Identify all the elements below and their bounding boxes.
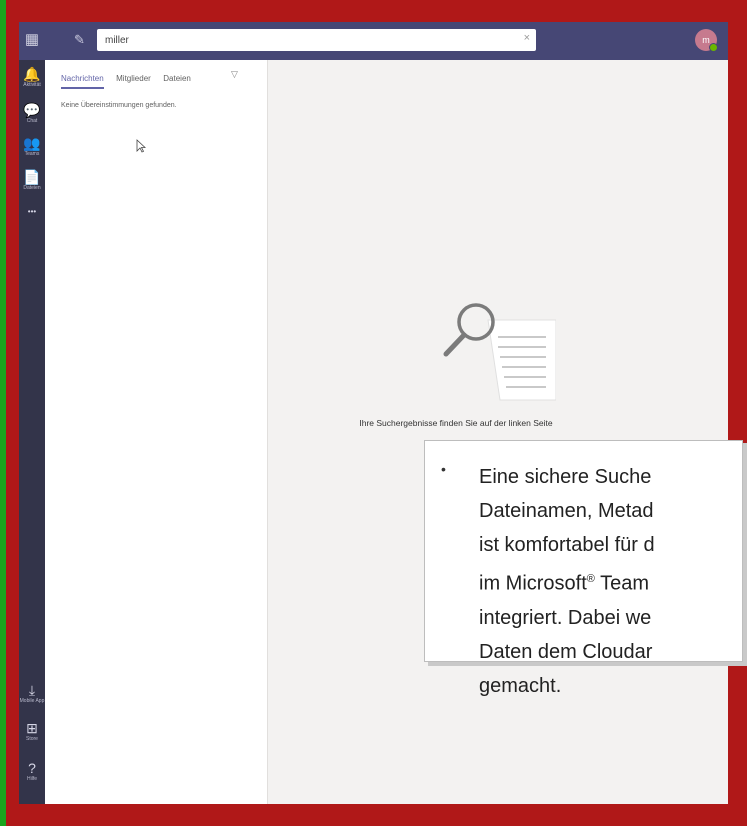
callout-box: • Eine sichere Suche Dateinamen, Metad i… (424, 440, 743, 697)
rail-item-store[interactable]: ⊞ Store (19, 720, 45, 743)
tab-messages[interactable]: Nachrichten (61, 71, 104, 89)
search-illustration-icon (443, 303, 556, 401)
search-box[interactable]: × (97, 29, 536, 51)
mouse-cursor-icon (136, 139, 146, 153)
filter-icon[interactable]: ▽ (231, 69, 238, 80)
rail-item-label: Dateien (23, 185, 41, 191)
help-icon: ? (28, 760, 36, 776)
presence-icon (709, 43, 718, 52)
tab-files[interactable]: Dateien (163, 71, 191, 87)
rail-item-label: Mobile App (19, 698, 45, 704)
bell-icon: 🔔 (23, 66, 41, 82)
more-icon: ••• (27, 207, 37, 216)
chat-icon: 💬 (23, 102, 41, 118)
bullet-dot: • (441, 461, 446, 477)
clear-search-icon[interactable]: × (524, 32, 530, 44)
teams-icon: 👥 (23, 135, 41, 151)
callout-text: Eine sichere Suche Dateinamen, Metad ist… (479, 460, 747, 703)
rail-item-help[interactable]: ? Hilfe (19, 760, 45, 783)
rail-item-label: Teams (24, 151, 40, 157)
compose-icon[interactable]: ✎ (74, 32, 90, 48)
search-results-panel: Nachrichten Mitglieder Dateien ▽ Keine Ü… (45, 60, 268, 804)
rail-item-teams[interactable]: 👥 Teams (19, 135, 45, 158)
files-icon: 📄 (23, 169, 41, 185)
search-input[interactable] (97, 29, 513, 51)
app-launcher-icon[interactable]: ▦ (23, 31, 41, 49)
tab-members[interactable]: Mitglieder (116, 71, 151, 87)
app-rail: 🔔 Aktivität 💬 Chat 👥 Teams 📄 Dateien •••… (19, 60, 45, 804)
search-tabs: Nachrichten Mitglieder Dateien (61, 68, 199, 89)
avatar-initials: m (702, 35, 710, 45)
empty-state-text: Ihre Suchergebnisse finden Sie auf der l… (359, 418, 553, 428)
download-icon: ⤓ (28, 682, 36, 698)
avatar[interactable]: m (695, 29, 718, 52)
rail-item-chat[interactable]: 💬 Chat (19, 102, 45, 125)
rail-item-more[interactable]: ••• (19, 204, 45, 220)
store-icon: ⊞ (26, 720, 38, 736)
title-bar: ▦ ✎ × m (19, 22, 728, 60)
rail-item-label: Hilfe (26, 776, 37, 782)
trademark-symbol: ® (586, 573, 595, 585)
no-results-text: Keine Übereinstimmungen gefunden. (61, 102, 177, 109)
rail-item-label: Store (26, 736, 38, 742)
rail-item-download[interactable]: ⤓ Mobile App (19, 682, 45, 705)
rail-item-label: Aktivität (23, 82, 41, 88)
rail-item-activity[interactable]: 🔔 Aktivität (19, 66, 45, 89)
rail-item-label: Chat (26, 118, 38, 124)
rail-item-files[interactable]: 📄 Dateien (19, 169, 45, 192)
